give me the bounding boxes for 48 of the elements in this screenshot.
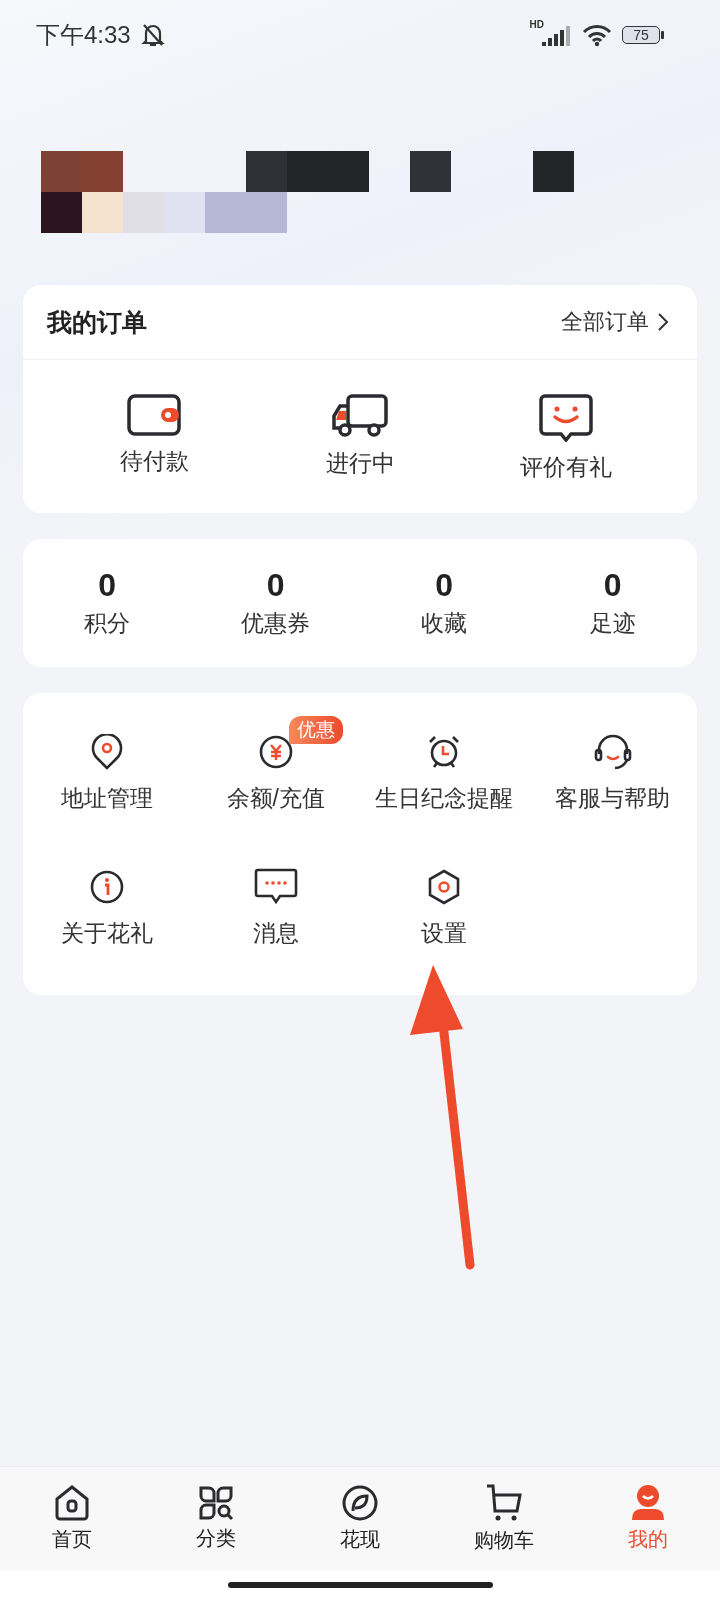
bell-muted-icon (140, 22, 165, 48)
smiley-chat-icon (539, 394, 593, 442)
service-label[interactable]: 设置 (421, 918, 468, 949)
all-orders-link[interactable]: 全部订单 (561, 307, 669, 337)
message-icon (253, 868, 298, 906)
leaf-circle-icon (341, 1484, 379, 1522)
stat-value: 0 (266, 567, 285, 604)
service-label[interactable]: 消息 (252, 918, 299, 949)
chevron-right-icon (657, 312, 669, 332)
truck-icon (331, 394, 389, 438)
settings-icon (427, 869, 462, 905)
battery-indicator: 75 (622, 26, 660, 44)
yen-coin-icon (258, 735, 293, 769)
order-status-label[interactable]: 进行中 (325, 448, 395, 479)
stat-label[interactable]: 积分 (84, 608, 131, 639)
stat-label[interactable]: 收藏 (421, 608, 468, 639)
person-icon (629, 1484, 667, 1522)
signal-icon (542, 24, 572, 46)
service-label[interactable]: 客服与帮助 (555, 783, 671, 814)
tab-item[interactable]: 购物车 (432, 1467, 576, 1570)
home-icon (54, 1484, 90, 1522)
info-icon (90, 870, 125, 904)
battery-tip-icon (661, 31, 664, 39)
orders-title: 我的订单 (47, 306, 147, 338)
order-status-label[interactable]: 待付款 (119, 446, 189, 477)
headset-icon (592, 734, 633, 770)
stat-value: 0 (603, 567, 622, 604)
tab-item[interactable]: 我的 (576, 1467, 720, 1570)
stat-label[interactable]: 优惠券 (241, 608, 311, 639)
location-pin-icon (91, 734, 124, 770)
wallet-icon (127, 394, 181, 436)
service-label[interactable]: 余额/充值 (226, 783, 325, 814)
stat-value: 0 (98, 567, 117, 604)
service-label[interactable]: 关于花礼 (61, 918, 154, 949)
network-type: HD (529, 19, 544, 30)
promo-badge: 优惠 (288, 716, 343, 744)
service-label[interactable]: 地址管理 (61, 783, 154, 814)
cart-icon (485, 1483, 523, 1523)
grid-icon (198, 1485, 234, 1521)
service-label[interactable]: 生日纪念提醒 (375, 783, 514, 814)
stat-value: 0 (435, 567, 454, 604)
tab-item[interactable]: 花现 (288, 1467, 432, 1570)
stat-label[interactable]: 足迹 (589, 608, 636, 639)
order-status-label[interactable]: 评价有礼 (520, 452, 612, 483)
tab-item[interactable]: 首页 (0, 1467, 144, 1570)
wifi-icon (582, 23, 612, 47)
tab-item[interactable]: 分类 (144, 1467, 288, 1570)
status-time: 下午4:33 (36, 20, 131, 50)
